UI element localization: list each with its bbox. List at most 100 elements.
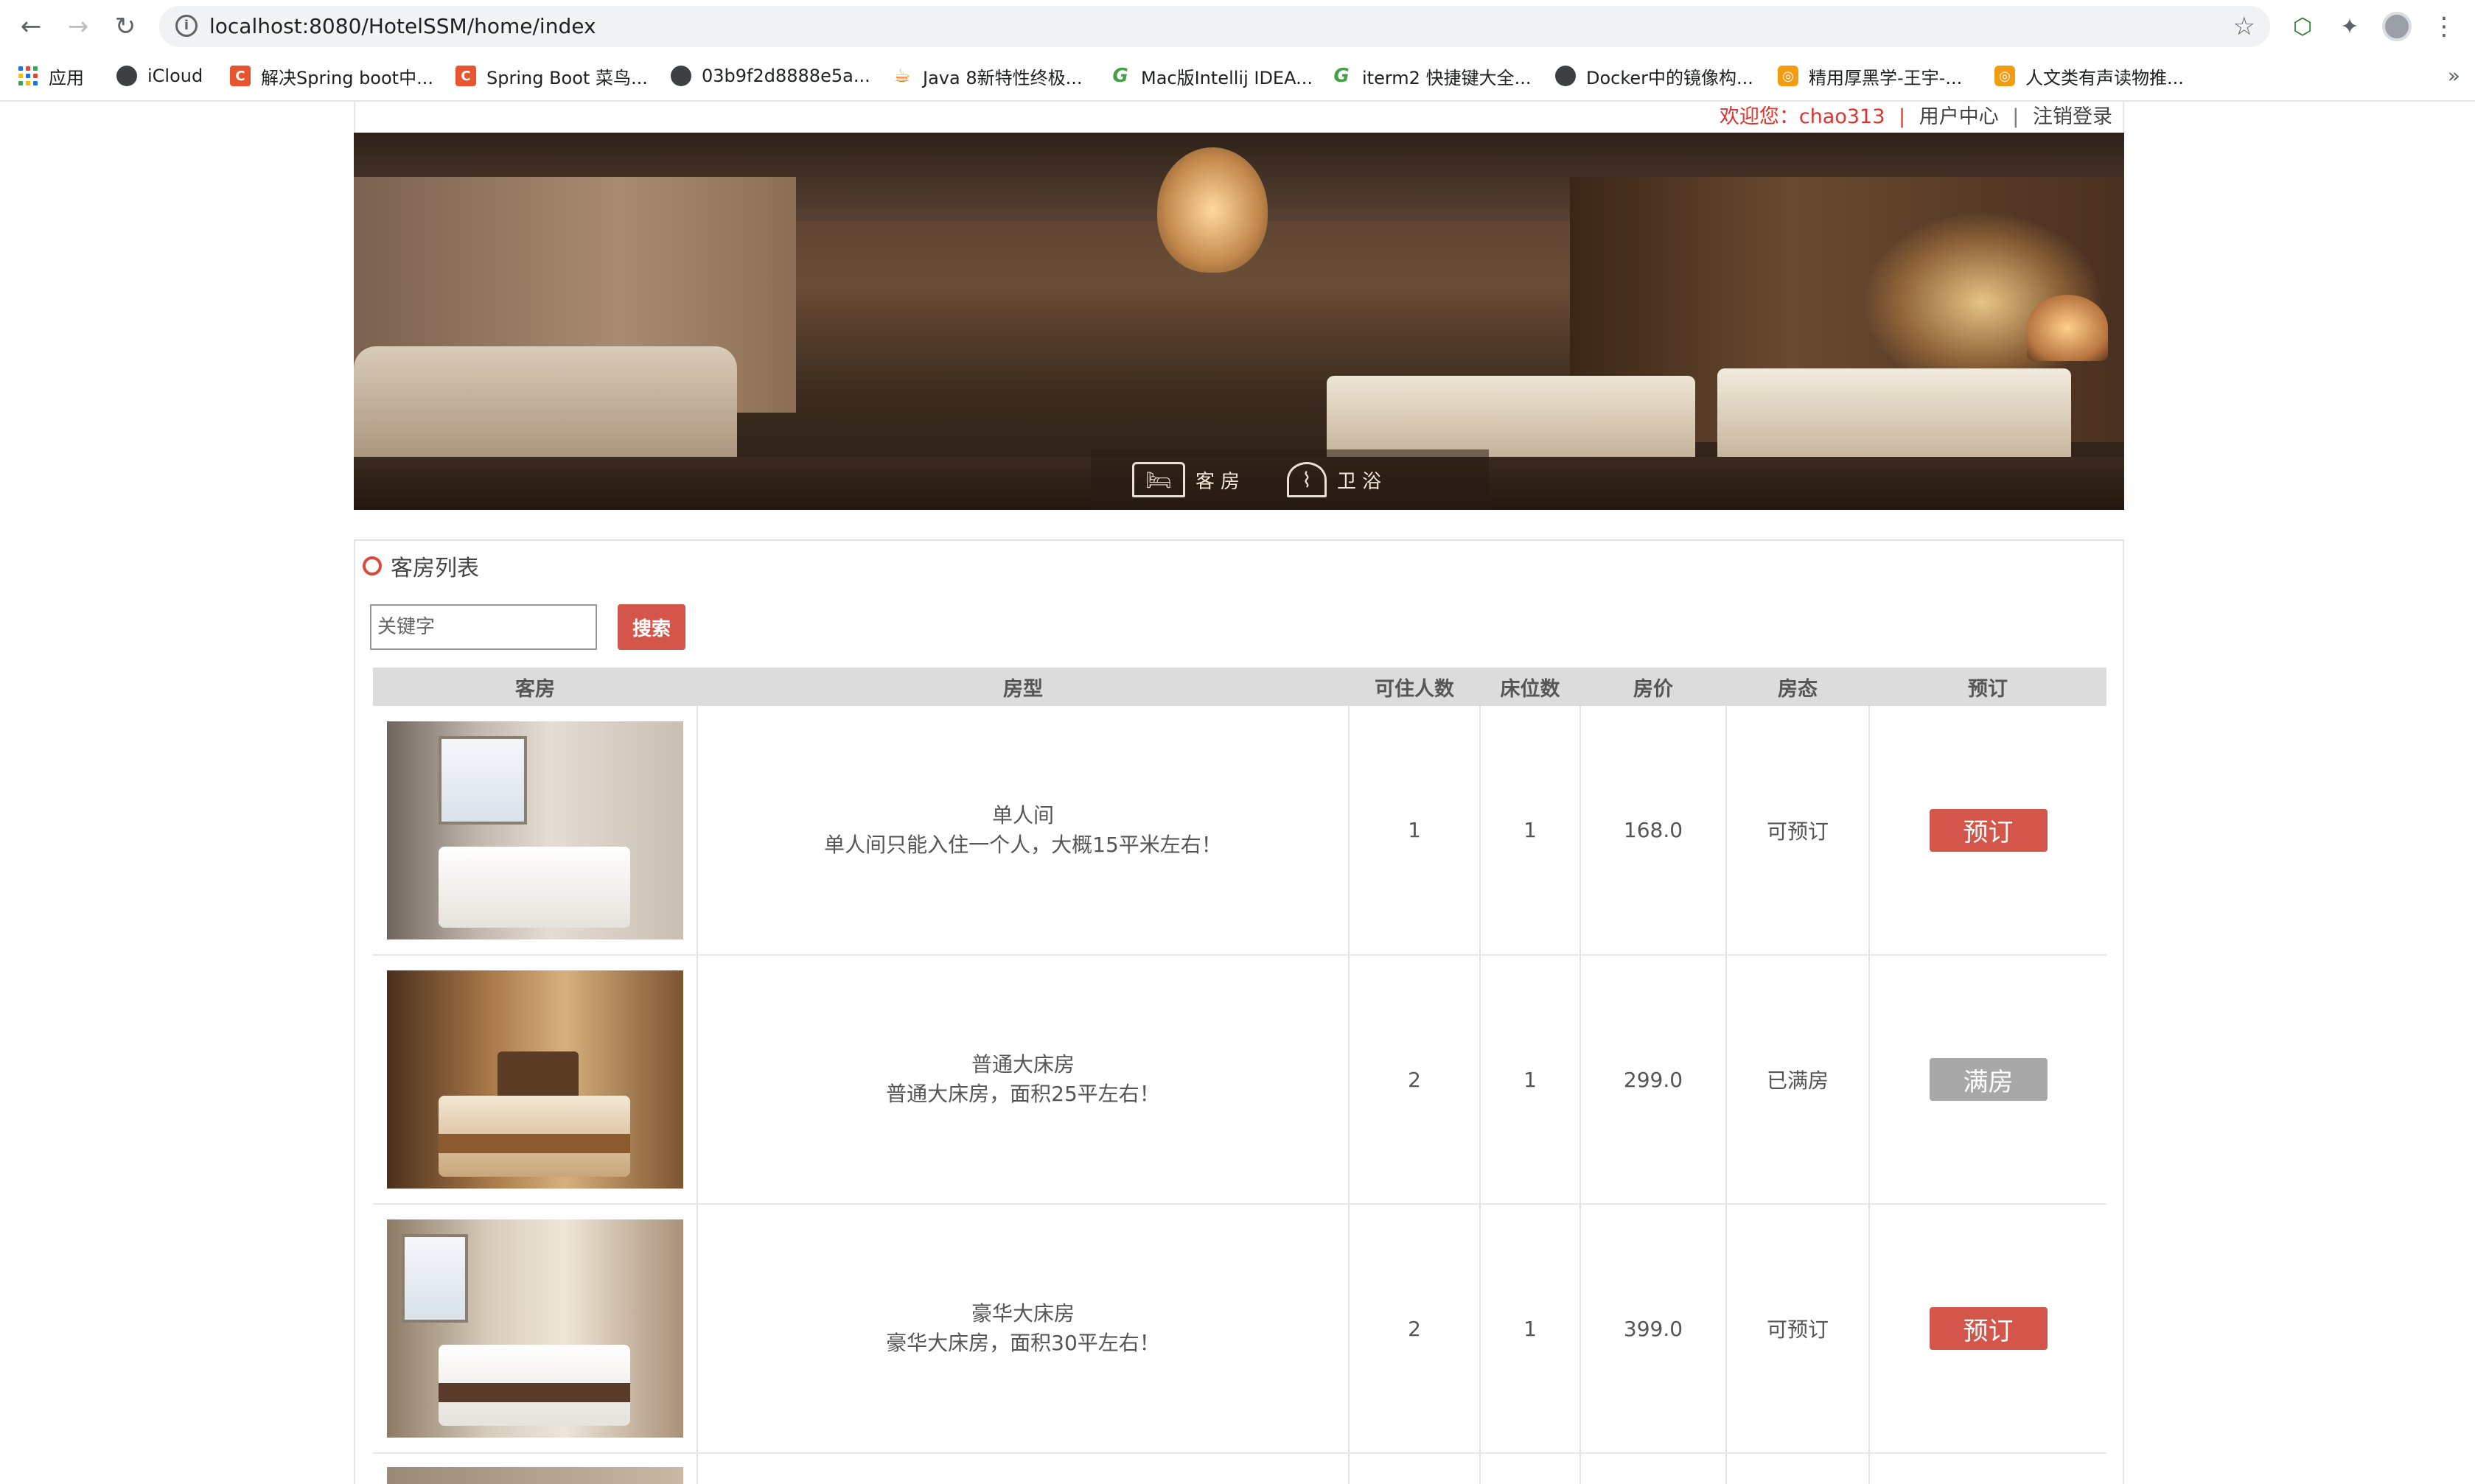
column-header: 房价: [1580, 668, 1726, 706]
capacity-cell: 2: [1349, 1204, 1481, 1454]
table-row: [373, 1453, 2106, 1484]
action-cell: [1869, 1453, 2106, 1484]
user-center-link[interactable]: 用户中心: [1919, 105, 1999, 128]
profile-avatar-icon[interactable]: [2381, 10, 2413, 43]
search-button[interactable]: 搜索: [618, 604, 685, 650]
shower-icon: ⌇: [1287, 462, 1327, 497]
url-host: localhost: [209, 14, 302, 38]
bookmark-docker[interactable]: Docker中的镜像构...: [1555, 59, 1753, 93]
fully-booked-button[interactable]: 满房: [1929, 1058, 2048, 1101]
book-button[interactable]: 预订: [1929, 808, 2048, 852]
room-photo-cell: [373, 955, 698, 1205]
forward-arrow-icon[interactable]: →: [62, 10, 94, 43]
room-photo[interactable]: [386, 970, 683, 1189]
address-bar[interactable]: i localhost:8080/HotelSSM/home/index ☆: [159, 6, 2270, 47]
browser-menu-icon[interactable]: ⋮: [2428, 10, 2460, 43]
status-cell: 可预订: [1726, 1204, 1870, 1454]
geek-icon: ◎: [1778, 66, 1798, 86]
room-type-cell: 豪华大床房 豪华大床房，面积30平左右！: [697, 1204, 1350, 1454]
banner-tab-label: 卫浴: [1337, 470, 1388, 493]
csdn-icon: C: [230, 66, 251, 86]
java-icon: ☕: [893, 65, 911, 87]
bookmark-hash[interactable]: 03b9f2d8888e5a...: [671, 59, 870, 93]
room-type-cell: [697, 1453, 1350, 1484]
browser-chrome: ← → ↻ i localhost:8080/HotelSSM/home/ind…: [0, 0, 2475, 102]
column-header: 预订: [1869, 668, 2106, 706]
beds-cell: 1: [1480, 706, 1581, 956]
bookmark-audiobook[interactable]: ◎ 人文类有声读物推...: [1994, 59, 2184, 93]
banner-tab-label: 客房: [1195, 470, 1246, 493]
table-row: 单人间 单人间只能入住一个人，大概15平米左右！ 1 1 168.0 可预订 预…: [373, 706, 2106, 956]
bookmark-label: 解决Spring boot中...: [261, 67, 433, 88]
room-photo[interactable]: [386, 1219, 683, 1438]
bookmark-java8[interactable]: ☕ Java 8新特性终极...: [892, 59, 1082, 93]
bookmark-star-icon[interactable]: ☆: [2233, 12, 2255, 41]
logout-link[interactable]: 注销登录: [2033, 105, 2112, 128]
globe-icon: [116, 66, 137, 86]
back-arrow-icon[interactable]: ←: [15, 10, 47, 43]
welcome-label: 欢迎您：: [1719, 105, 1799, 128]
bookmark-label: 精用厚黑学-王宇-...: [1809, 67, 1963, 88]
bookmark-spring-boot-fix[interactable]: C 解决Spring boot中...: [230, 59, 433, 93]
bed-icon: 🛏: [1132, 462, 1185, 497]
price-cell: 299.0: [1580, 955, 1727, 1205]
hotel-page: 欢迎您：chao313 | 用户中心 | 注销登录 🛏 客房 ⌇ 卫浴 客房列表…: [354, 102, 2124, 1484]
room-photo-cell: [373, 1204, 698, 1454]
bookmark-label: iterm2 快捷键大全...: [1362, 67, 1532, 88]
book-button[interactable]: 预订: [1929, 1307, 2048, 1350]
banner-tab-rooms[interactable]: 🛏 客房: [1132, 462, 1246, 497]
room-name: 豪华大床房: [971, 1301, 1075, 1326]
price-cell: 399.0: [1580, 1204, 1727, 1454]
bookmarks-overflow-icon[interactable]: »: [2448, 59, 2460, 93]
capacity-cell: 2: [1349, 955, 1481, 1205]
bookmark-label: Java 8新特性终极...: [923, 67, 1083, 88]
g-icon: G: [1333, 65, 1350, 87]
room-photo[interactable]: [386, 721, 683, 939]
bookmark-label: 03b9f2d8888e5a...: [702, 66, 870, 86]
room-table: 客房 房型 可住人数 床位数 房价 房态 预订 单人间 单人间只能入住一个人，大…: [373, 668, 2106, 1484]
capacity-cell: [1349, 1453, 1481, 1484]
room-list-heading: 客房列表: [363, 550, 479, 582]
address-url[interactable]: localhost:8080/HotelSSM/home/index: [209, 15, 596, 38]
bookmark-houheixue[interactable]: ◎ 精用厚黑学-王宇-...: [1778, 59, 1962, 93]
ring-icon: [363, 556, 382, 575]
banner-tab-bath[interactable]: ⌇ 卫浴: [1287, 462, 1387, 497]
divider: |: [2012, 105, 2020, 128]
hotel-banner-image: 🛏 客房 ⌇ 卫浴: [354, 133, 2124, 510]
globe-icon: [671, 66, 691, 86]
bookmark-intellij[interactable]: G Mac版Intellij IDEA...: [1110, 59, 1313, 93]
geek-icon: ◎: [1994, 66, 2015, 86]
status-cell: 已满房: [1726, 955, 1870, 1205]
bookmark-label: Spring Boot 菜鸟...: [486, 67, 648, 88]
column-header: 房型: [697, 668, 1349, 706]
action-cell: 预订: [1869, 1204, 2106, 1454]
bookmark-iterm2[interactable]: G iterm2 快捷键大全...: [1331, 59, 1531, 93]
room-type-cell: 普通大床房 普通大床房，面积25平左右！: [697, 955, 1350, 1205]
apps-grid-icon: [18, 66, 38, 86]
action-cell: 预订: [1869, 706, 2106, 956]
extensions-puzzle-icon[interactable]: ✦: [2333, 10, 2366, 43]
beds-cell: [1480, 1453, 1581, 1484]
room-type-cell: 单人间 单人间只能入住一个人，大概15平米左右！: [697, 706, 1350, 956]
user-links: 欢迎您：chao313 | 用户中心 | 注销登录: [1720, 105, 2112, 130]
bookmark-apps[interactable]: 应用: [18, 59, 84, 93]
room-list-panel: 客房列表 搜索 客房 房型 可住人数 床位数 房价 房态 预订: [354, 539, 2124, 1484]
bookmark-icloud[interactable]: iCloud: [116, 59, 203, 93]
bookmark-label: Docker中的镜像构...: [1586, 67, 1753, 88]
column-header: 床位数: [1480, 668, 1580, 706]
site-info-icon[interactable]: i: [175, 15, 198, 37]
username: chao313: [1798, 105, 1885, 128]
bookmark-spring-boot-runoob[interactable]: C Spring Boot 菜鸟...: [455, 59, 648, 93]
table-row: 豪华大床房 豪华大床房，面积30平左右！ 2 1 399.0 可预订 预订: [373, 1204, 2106, 1454]
reload-icon[interactable]: ↻: [109, 10, 142, 43]
g-icon: G: [1112, 65, 1128, 87]
url-path: :8080/HotelSSM/home/index: [301, 14, 596, 38]
extension-shield-icon[interactable]: ⬡: [2286, 10, 2319, 43]
keyword-search-input[interactable]: [370, 604, 597, 650]
divider: |: [1899, 105, 1906, 128]
bookmark-label: Mac版Intellij IDEA...: [1141, 67, 1313, 88]
room-description: 单人间只能入住一个人，大概15平米左右！: [824, 832, 1222, 857]
status-cell: 可预订: [1726, 706, 1870, 956]
room-photo[interactable]: [386, 1466, 683, 1484]
bookmarks-bar: 应用 iCloud C 解决Spring boot中... C Spring B…: [0, 59, 2475, 93]
